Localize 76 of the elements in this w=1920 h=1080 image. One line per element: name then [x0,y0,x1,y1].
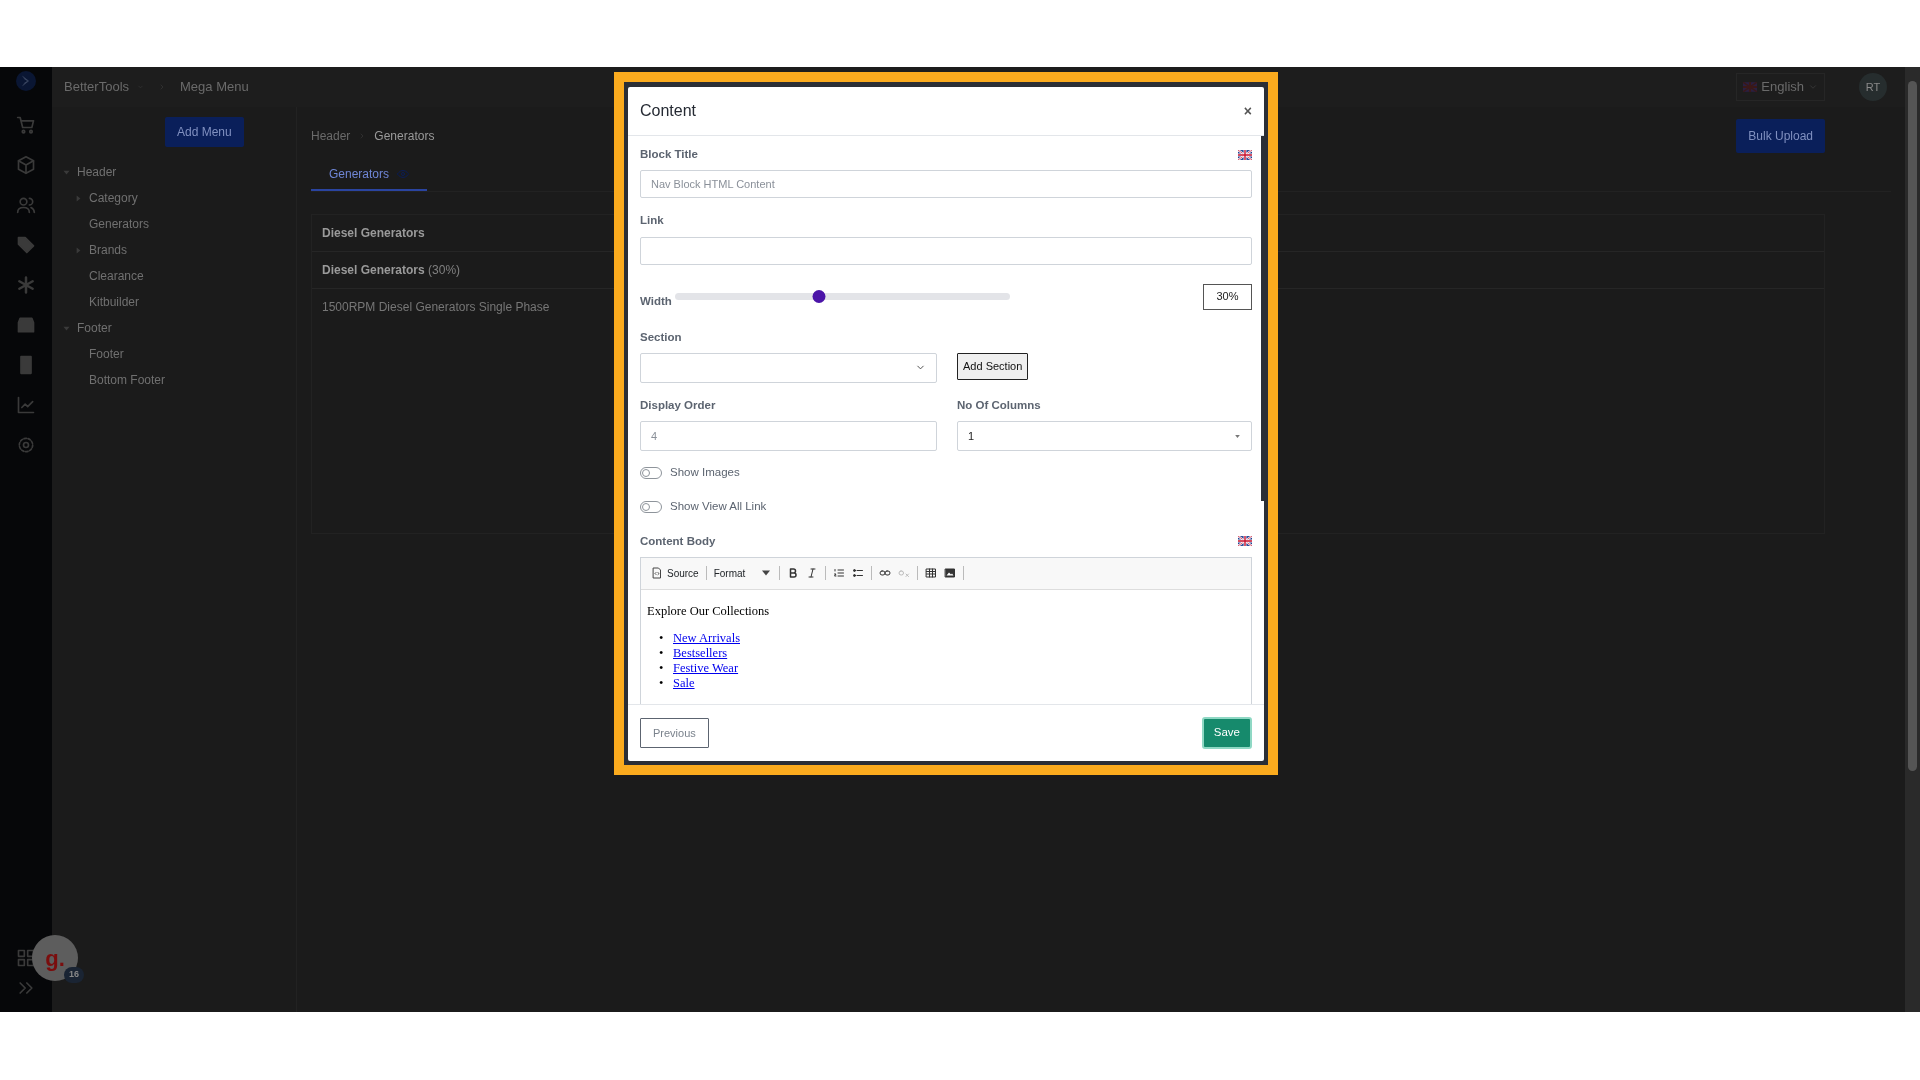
field-label: Width [640,293,673,309]
scrollbar-thumb[interactable] [1908,81,1917,771]
menu-tree-item[interactable]: Generators [89,215,150,233]
source-button[interactable]: Source [651,565,699,581]
document-icon [651,567,663,580]
field-label: Link [640,213,664,229]
close-button[interactable]: × [1243,104,1252,118]
slider-track[interactable] [675,293,1010,300]
tags-icon[interactable] [16,235,36,255]
menu-tree-item[interactable]: Bottom Footer [89,371,166,389]
field-label: Section [640,329,682,345]
bullet: • [659,630,665,646]
text-field[interactable] [640,236,1252,265]
content-link[interactable]: Bestsellers [673,645,728,661]
format-dropdown[interactable]: Format [713,565,772,581]
image-icon[interactable] [943,567,956,580]
users-icon[interactable] [16,195,36,215]
content-link[interactable]: Festive Wear [673,660,739,676]
menu-tree-item[interactable]: Category [89,189,138,207]
number-field[interactable]: 4 [640,421,937,451]
bullet: • [659,675,665,691]
menu-tree-item[interactable]: Brands [89,241,128,259]
previous-button[interactable]: Previous [640,717,709,749]
list-row[interactable]: Diesel Generators [322,226,425,240]
menu-tree-item[interactable]: Header [77,163,117,181]
page-title: Mega Menu [180,78,249,97]
brand-dropdown[interactable]: BetterTools [64,77,144,97]
cart-icon[interactable] [16,115,36,135]
box-icon[interactable] [16,155,36,175]
bulk-upload-button[interactable]: Bulk Upload [1736,119,1825,153]
field-label: Display Order [640,397,716,413]
slider-thumb[interactable] [812,290,826,303]
modal-scrollbar[interactable] [1261,136,1264,501]
add-menu-button[interactable]: Add Menu [165,117,244,147]
language-dropdown[interactable]: English [1736,73,1825,101]
width-value-field[interactable]: 30% [1203,283,1252,310]
unlink-icon[interactable] [897,567,910,580]
breadcrumb-item: Generators [374,128,435,145]
uk-flag-icon [1238,149,1252,160]
add-section-button[interactable]: Add Section [957,353,1029,380]
breadcrumb-item[interactable]: Header [311,127,351,145]
text-field[interactable]: Nav Block HTML Content [640,170,1252,199]
grid-icon [16,948,36,968]
section-select[interactable] [640,352,937,383]
eye-icon [397,168,410,180]
table-icon[interactable] [924,567,937,580]
uk-flag-icon [1238,536,1252,547]
editor-heading: Explore Our Collections [647,602,771,620]
user-avatar[interactable]: RT [1859,73,1887,101]
menu-tree-item[interactable]: Clearance [89,267,144,285]
modal-title: Content [640,101,697,121]
bullet: • [659,660,665,676]
toggle-label: Show View All Link [670,499,767,515]
chart-icon[interactable] [16,395,36,415]
logo-icon [16,71,36,91]
flag-icon [1743,82,1758,92]
menu-tree-item[interactable]: Footer [77,319,112,337]
content-link[interactable]: New Arrivals [673,630,740,646]
list-row[interactable]: Diesel Generators (30%) [322,263,461,277]
asterisk-icon[interactable] [16,275,36,295]
field-label: Block Title [640,147,698,162]
field-label: Content Body [640,533,716,549]
bullet: • [659,645,665,661]
chat-badge: 16 [64,967,84,983]
numbered-list-icon[interactable] [832,567,845,580]
field-label: No Of Columns [957,397,1041,413]
menu-tree-item[interactable]: Kitbuilder [89,293,140,311]
tab[interactable]: Generators [311,159,428,191]
menu-tree-item[interactable]: Footer [89,345,124,363]
save-button[interactable]: Save [1201,717,1252,749]
toggle-label: Show Images [670,465,740,480]
caret-down-icon [1234,432,1241,440]
bullet-list-icon[interactable] [851,567,864,580]
list-row[interactable]: 1500RPM Diesel Generators Single Phase [322,300,550,314]
content-link[interactable]: Sale [673,675,695,691]
columns-select[interactable]: 1 [957,421,1252,451]
